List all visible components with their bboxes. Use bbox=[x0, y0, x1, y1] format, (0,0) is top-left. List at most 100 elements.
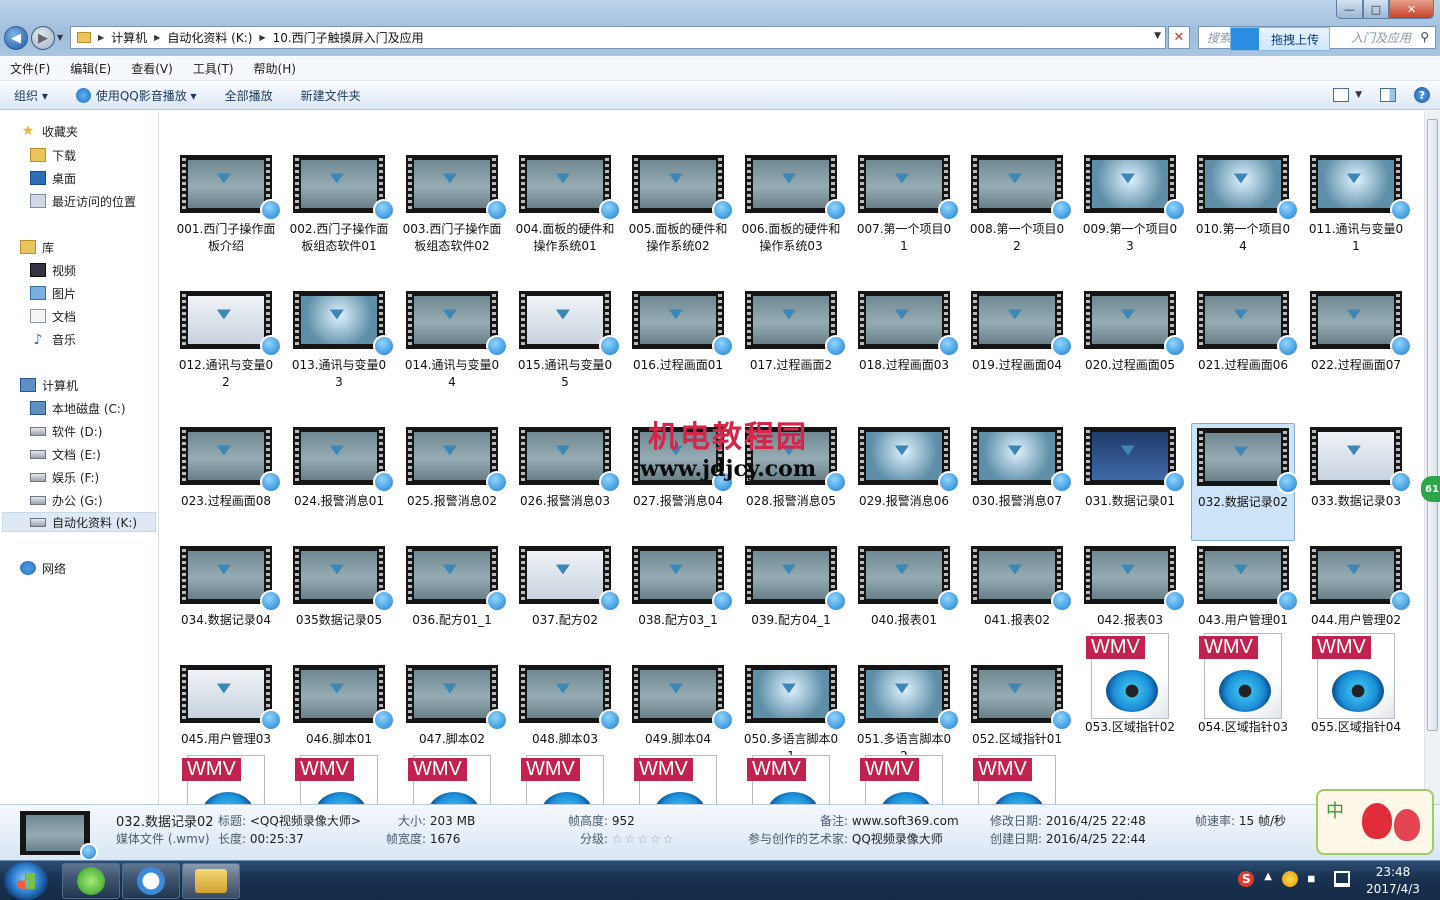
chevron-right-icon[interactable]: ▶ bbox=[151, 33, 163, 42]
nav-favorites[interactable]: ★ 收藏夹 bbox=[20, 121, 78, 141]
taskbar-app-360[interactable] bbox=[62, 863, 120, 899]
vertical-scrollbar[interactable] bbox=[1424, 111, 1440, 804]
file-tile[interactable]: 031.数据记录01 bbox=[1078, 423, 1186, 510]
back-button[interactable]: ◀ bbox=[4, 26, 28, 50]
nav-computer[interactable]: 计算机 bbox=[20, 375, 78, 395]
nav-drive-c[interactable]: 本地磁盘 (C:) bbox=[30, 398, 126, 418]
upload-button[interactable]: 拖拽上传 bbox=[1230, 27, 1330, 51]
preview-pane-icon[interactable] bbox=[1380, 88, 1396, 102]
file-tile[interactable]: 035数据记录05 bbox=[287, 542, 395, 629]
file-tile[interactable]: 017.过程画面2 bbox=[739, 287, 847, 374]
file-tile[interactable]: 041.报表02 bbox=[965, 542, 1073, 629]
file-tile[interactable]: 033.数据记录03 bbox=[1304, 423, 1412, 510]
details-title-value[interactable]: <QQ视频录像大师> bbox=[250, 814, 361, 828]
file-tile[interactable]: 045.用户管理03 bbox=[174, 661, 282, 748]
change-view-icon[interactable] bbox=[1333, 88, 1350, 102]
file-tile[interactable]: WMV bbox=[513, 755, 617, 804]
file-tile[interactable]: 052.区域指针01 bbox=[965, 661, 1073, 748]
file-tile[interactable]: 005.面板的硬件和操作系统02 bbox=[626, 151, 734, 255]
chevron-down-icon[interactable]: ▼ bbox=[1154, 31, 1161, 41]
file-tile[interactable]: 004.面板的硬件和操作系统01 bbox=[513, 151, 621, 255]
file-tile[interactable]: 043.用户管理01 bbox=[1191, 542, 1299, 629]
nav-documents[interactable]: 文档 bbox=[30, 306, 76, 326]
file-tile[interactable]: 020.过程画面05 bbox=[1078, 287, 1186, 374]
close-button[interactable]: ✕ bbox=[1389, 0, 1434, 19]
file-tile[interactable]: 023.过程画面08 bbox=[174, 423, 282, 510]
network-status-icon[interactable] bbox=[1334, 871, 1350, 887]
breadcrumb-drive[interactable]: 自动化资料 (K:) bbox=[163, 29, 256, 46]
file-tile[interactable]: 036.配方01_1 bbox=[400, 542, 508, 629]
taskbar-app-cloud[interactable] bbox=[122, 863, 180, 899]
clock[interactable]: 23:48 2017/4/3 bbox=[1358, 864, 1428, 898]
file-tile[interactable]: 010.第一个项目04 bbox=[1191, 151, 1299, 255]
ime-status-widget[interactable]: 中 bbox=[1316, 789, 1434, 855]
file-tile[interactable]: WMV bbox=[852, 755, 956, 804]
file-tile[interactable]: WMV bbox=[626, 755, 730, 804]
file-tile[interactable]: 015.通讯与变量05 bbox=[513, 287, 621, 391]
file-tile[interactable]: 006.面板的硬件和操作系统03 bbox=[739, 151, 847, 255]
chevron-right-icon[interactable]: ▶ bbox=[95, 33, 107, 42]
qq-play-button[interactable]: 使用QQ影音播放 ▾ bbox=[62, 87, 211, 104]
nav-drive-e[interactable]: 文档 (E:) bbox=[30, 444, 101, 464]
file-tile[interactable]: 051.多语言脚本02 bbox=[852, 661, 960, 765]
file-tile[interactable]: WMV bbox=[174, 755, 278, 804]
floating-badge[interactable]: 61 bbox=[1421, 476, 1440, 502]
taskbar-app-explorer[interactable] bbox=[182, 863, 240, 899]
file-tile[interactable]: 021.过程画面06 bbox=[1191, 287, 1299, 374]
scrollbar-thumb[interactable] bbox=[1427, 119, 1438, 731]
qq-tray-icon[interactable] bbox=[1282, 871, 1298, 887]
nav-videos[interactable]: 视频 bbox=[30, 260, 76, 280]
nav-network[interactable]: 网络 bbox=[20, 558, 66, 578]
file-tile[interactable]: 011.通讯与变量01 bbox=[1304, 151, 1412, 255]
menu-tools[interactable]: 工具(T) bbox=[183, 60, 244, 77]
file-tile[interactable]: 009.第一个项目03 bbox=[1078, 151, 1186, 255]
file-tile[interactable]: 042.报表03 bbox=[1078, 542, 1186, 629]
file-tile[interactable]: 026.报警消息03 bbox=[513, 423, 621, 510]
file-tile[interactable]: 003.西门子操作面板组态软件02 bbox=[400, 151, 508, 255]
file-tile[interactable]: 040.报表01 bbox=[852, 542, 960, 629]
nav-drive-f[interactable]: 娱乐 (F:) bbox=[30, 467, 99, 487]
sogou-ime-icon[interactable]: S bbox=[1238, 871, 1255, 887]
nav-pictures[interactable]: 图片 bbox=[30, 283, 76, 303]
file-tile[interactable]: WMV 054.区域指针03 bbox=[1191, 633, 1295, 736]
show-hidden-icons[interactable]: ▲ bbox=[1264, 871, 1272, 887]
nav-recent[interactable]: 最近访问的位置 bbox=[30, 191, 136, 211]
file-tile[interactable]: 047.脚本02 bbox=[400, 661, 508, 748]
file-tile[interactable]: 049.脚本04 bbox=[626, 661, 734, 748]
address-bar[interactable]: ▶ 计算机 ▶ 自动化资料 (K:) ▶ 10.西门子触摸屏入门及应用 ▼ bbox=[70, 26, 1166, 49]
start-button[interactable] bbox=[4, 862, 48, 900]
file-tile[interactable]: WMV bbox=[739, 755, 843, 804]
file-tile[interactable]: 014.通讯与变量04 bbox=[400, 287, 508, 391]
file-tile[interactable]: 012.通讯与变量02 bbox=[174, 287, 282, 391]
nav-libraries[interactable]: 库 bbox=[20, 237, 54, 257]
file-tile[interactable]: 037.配方02 bbox=[513, 542, 621, 629]
view-dropdown-icon[interactable]: ▼ bbox=[1355, 90, 1362, 100]
file-tile[interactable]: WMV 055.区域指针04 bbox=[1304, 633, 1408, 736]
file-tile[interactable]: 018.过程画面03 bbox=[852, 287, 960, 374]
file-tile[interactable]: 046.脚本01 bbox=[287, 661, 395, 748]
new-folder-button[interactable]: 新建文件夹 bbox=[287, 87, 375, 104]
organize-button[interactable]: 组织 ▾ bbox=[0, 87, 62, 104]
maximize-button[interactable]: □ bbox=[1363, 0, 1389, 19]
menu-view[interactable]: 查看(V) bbox=[121, 60, 183, 77]
menu-file[interactable]: 文件(F) bbox=[0, 60, 60, 77]
file-tile[interactable]: WMV 053.区域指针02 bbox=[1078, 633, 1182, 736]
file-tile[interactable]: 001.西门子操作面板介绍 bbox=[174, 151, 282, 255]
file-tile[interactable]: 039.配方04_1 bbox=[739, 542, 847, 629]
nav-drive-k[interactable]: 自动化资料 (K:) bbox=[2, 512, 156, 532]
file-tile[interactable]: 028.报警消息05 bbox=[739, 423, 847, 510]
volume-icon[interactable] bbox=[1308, 871, 1321, 887]
breadcrumb-folder[interactable]: 10.西门子触摸屏入门及应用 bbox=[269, 29, 428, 46]
file-tile[interactable]: 048.脚本03 bbox=[513, 661, 621, 748]
file-tile[interactable]: WMV bbox=[400, 755, 504, 804]
forward-button[interactable]: ▶ bbox=[31, 26, 55, 50]
file-tile[interactable]: 025.报警消息02 bbox=[400, 423, 508, 510]
file-tile[interactable]: 013.通讯与变量03 bbox=[287, 287, 395, 391]
file-tile[interactable]: 030.报警消息07 bbox=[965, 423, 1073, 510]
file-tile[interactable]: 016.过程画面01 bbox=[626, 287, 734, 374]
recent-pages-dropdown[interactable]: ▼ bbox=[57, 33, 63, 42]
file-tile[interactable]: 032.数据记录02 bbox=[1191, 423, 1299, 541]
nav-desktop[interactable]: 桌面 bbox=[30, 168, 76, 188]
file-tile[interactable]: 008.第一个项目02 bbox=[965, 151, 1073, 255]
help-icon[interactable]: ? bbox=[1414, 87, 1430, 103]
